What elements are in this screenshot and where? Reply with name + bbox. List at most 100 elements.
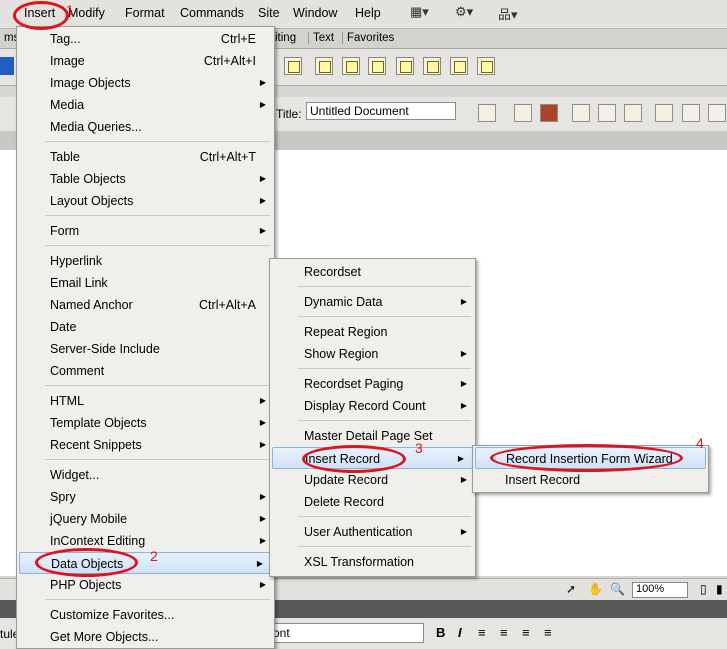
menu-item-delete-record[interactable]: Delete Record — [270, 491, 475, 513]
hand-icon[interactable]: ✋ — [588, 582, 603, 596]
gear-icon[interactable]: ⚙▾ — [455, 4, 473, 22]
align-center-icon[interactable]: ≡ — [500, 625, 508, 640]
menu-separator — [298, 420, 471, 421]
justify-icon[interactable]: ≡ — [544, 625, 552, 640]
menu-item-widget[interactable]: Widget... — [17, 464, 274, 486]
menu-item-recordset[interactable]: Recordset — [270, 261, 475, 283]
menu-item-tag[interactable]: Tag... Ctrl+E — [17, 28, 274, 50]
submenu-arrow-icon: ▶ — [460, 297, 467, 306]
submenu-arrow-icon: ▶ — [460, 527, 467, 536]
insert-checkbox-icon[interactable] — [368, 57, 386, 75]
menu-separator — [298, 516, 471, 517]
menu-item-recordset-paging[interactable]: Recordset Paging ▶ — [270, 373, 475, 395]
cut-icon[interactable] — [655, 104, 673, 122]
layout-icon[interactable]: ▦▾ — [410, 4, 429, 22]
menu-item-master-detail-page-set[interactable]: Master Detail Page Set — [270, 425, 475, 447]
menu-item-display-record-count[interactable]: Display Record Count ▶ — [270, 395, 475, 417]
menu-item-user-authentication[interactable]: User Authentication ▶ — [270, 521, 475, 543]
menu-item-table[interactable]: Table Ctrl+Alt+T — [17, 146, 274, 168]
insert-checklist-icon[interactable] — [477, 57, 495, 75]
menu-item-label: HTML — [50, 394, 85, 408]
menu-item-php-objects[interactable]: PHP Objects ▶ — [17, 574, 274, 596]
new-file-icon[interactable] — [478, 104, 496, 122]
menu-item-named-anchor[interactable]: Named Anchor Ctrl+Alt+A — [17, 294, 274, 316]
insert-clipboard-icon[interactable] — [284, 57, 302, 75]
copy-icon[interactable] — [682, 104, 700, 122]
menu-commands[interactable]: Commands — [180, 6, 244, 20]
submenu-arrow-icon: ▶ — [259, 396, 266, 405]
menu-site[interactable]: Site — [258, 6, 280, 20]
menu-item-show-region[interactable]: Show Region ▶ — [270, 343, 475, 365]
menu-item-label: Show Region — [304, 347, 379, 361]
insert-button-icon[interactable] — [450, 57, 468, 75]
menu-item-label: XSL Transformation — [304, 555, 415, 569]
bold-icon[interactable]: B — [436, 625, 445, 640]
align-left-icon[interactable]: ≡ — [478, 625, 486, 640]
font-select[interactable]: ont — [268, 623, 424, 643]
submenu-arrow-icon: ▶ — [259, 174, 266, 183]
tab-favorites[interactable]: Favorites — [342, 32, 398, 44]
menu-item-incontext-editing[interactable]: InContext Editing ▶ — [17, 530, 274, 552]
menu-item-repeat-region[interactable]: Repeat Region — [270, 321, 475, 343]
tab-text[interactable]: Text — [308, 32, 338, 44]
menu-help[interactable]: Help — [355, 6, 381, 20]
menu-item-label: Recordset Paging — [304, 377, 404, 391]
menu-window[interactable]: Window — [293, 6, 337, 20]
menu-item-jquery-mobile[interactable]: jQuery Mobile ▶ — [17, 508, 274, 530]
menu-item-insert-record[interactable]: Insert Record — [473, 469, 708, 491]
insert-form-icon[interactable] — [342, 57, 360, 75]
menu-item-email-link[interactable]: Email Link — [17, 272, 274, 294]
menu-item-image[interactable]: Image Ctrl+Alt+I — [17, 50, 274, 72]
menu-item-form[interactable]: Form ▶ — [17, 220, 274, 242]
menu-item-image-objects[interactable]: Image Objects ▶ — [17, 72, 274, 94]
menu-item-date[interactable]: Date — [17, 316, 274, 338]
paste-icon[interactable] — [708, 104, 726, 122]
view-icon[interactable]: ▯ — [700, 582, 707, 596]
menu-item-dynamic-data[interactable]: Dynamic Data ▶ — [270, 291, 475, 313]
insert-form-icon[interactable] — [315, 57, 333, 75]
insert-textfield-icon[interactable] — [423, 57, 441, 75]
insert-list-icon[interactable] — [396, 57, 414, 75]
upload-icon[interactable] — [624, 104, 642, 122]
submenu-arrow-icon: ▶ — [460, 349, 467, 358]
toolbar-selector-icon[interactable] — [0, 57, 14, 75]
menu-item-layout-objects[interactable]: Layout Objects ▶ — [17, 190, 274, 212]
menu-item-update-record[interactable]: Update Record ▶ — [270, 469, 475, 491]
document-title-input[interactable]: Untitled Document — [306, 102, 456, 120]
menu-item-template-objects[interactable]: Template Objects ▶ — [17, 412, 274, 434]
view-icon[interactable]: ▮ — [716, 582, 723, 596]
save-icon[interactable] — [572, 104, 590, 122]
menu-item-media[interactable]: Media ▶ — [17, 94, 274, 116]
save-all-icon[interactable] — [598, 104, 616, 122]
align-right-icon[interactable]: ≡ — [522, 625, 530, 640]
menu-item-xsl-transformation[interactable]: XSL Transformation — [270, 551, 475, 573]
home-icon[interactable] — [514, 104, 532, 122]
italic-icon[interactable]: I — [458, 625, 462, 640]
menu-separator — [45, 245, 270, 246]
menu-item-customize-favorites[interactable]: Customize Favorites... — [17, 604, 274, 626]
site-structure-icon[interactable]: 品▾ — [498, 4, 518, 22]
submenu-arrow-icon: ▶ — [259, 100, 266, 109]
menu-item-html[interactable]: HTML ▶ — [17, 390, 274, 412]
annotation-number: 4 — [696, 435, 704, 451]
submenu-arrow-icon: ▶ — [256, 559, 263, 568]
menu-item-label: Recordset — [304, 265, 361, 279]
menu-item-label: PHP Objects — [50, 578, 122, 592]
menu-item-label: Table Objects — [50, 172, 126, 186]
menu-item-media-queries[interactable]: Media Queries... — [17, 116, 274, 138]
menu-item-hyperlink[interactable]: Hyperlink — [17, 250, 274, 272]
menu-item-recent-snippets[interactable]: Recent Snippets ▶ — [17, 434, 274, 456]
bridge-icon[interactable] — [540, 104, 558, 122]
pointer-icon[interactable]: ➚ — [566, 582, 576, 596]
menu-item-server-side-include[interactable]: Server-Side Include — [17, 338, 274, 360]
menu-item-spry[interactable]: Spry ▶ — [17, 486, 274, 508]
menu-item-table-objects[interactable]: Table Objects ▶ — [17, 168, 274, 190]
menu-item-label: Get More Objects... — [50, 630, 159, 644]
zoom-icon[interactable]: 🔍 — [610, 582, 625, 596]
menu-format[interactable]: Format — [125, 6, 165, 20]
menu-item-get-more-objects[interactable]: Get More Objects... — [17, 626, 274, 648]
zoom-select[interactable]: 100% — [632, 582, 688, 598]
submenu-arrow-icon: ▶ — [259, 226, 266, 235]
menu-item-comment[interactable]: Comment — [17, 360, 274, 382]
menu-item-label: Image Objects — [50, 76, 131, 90]
